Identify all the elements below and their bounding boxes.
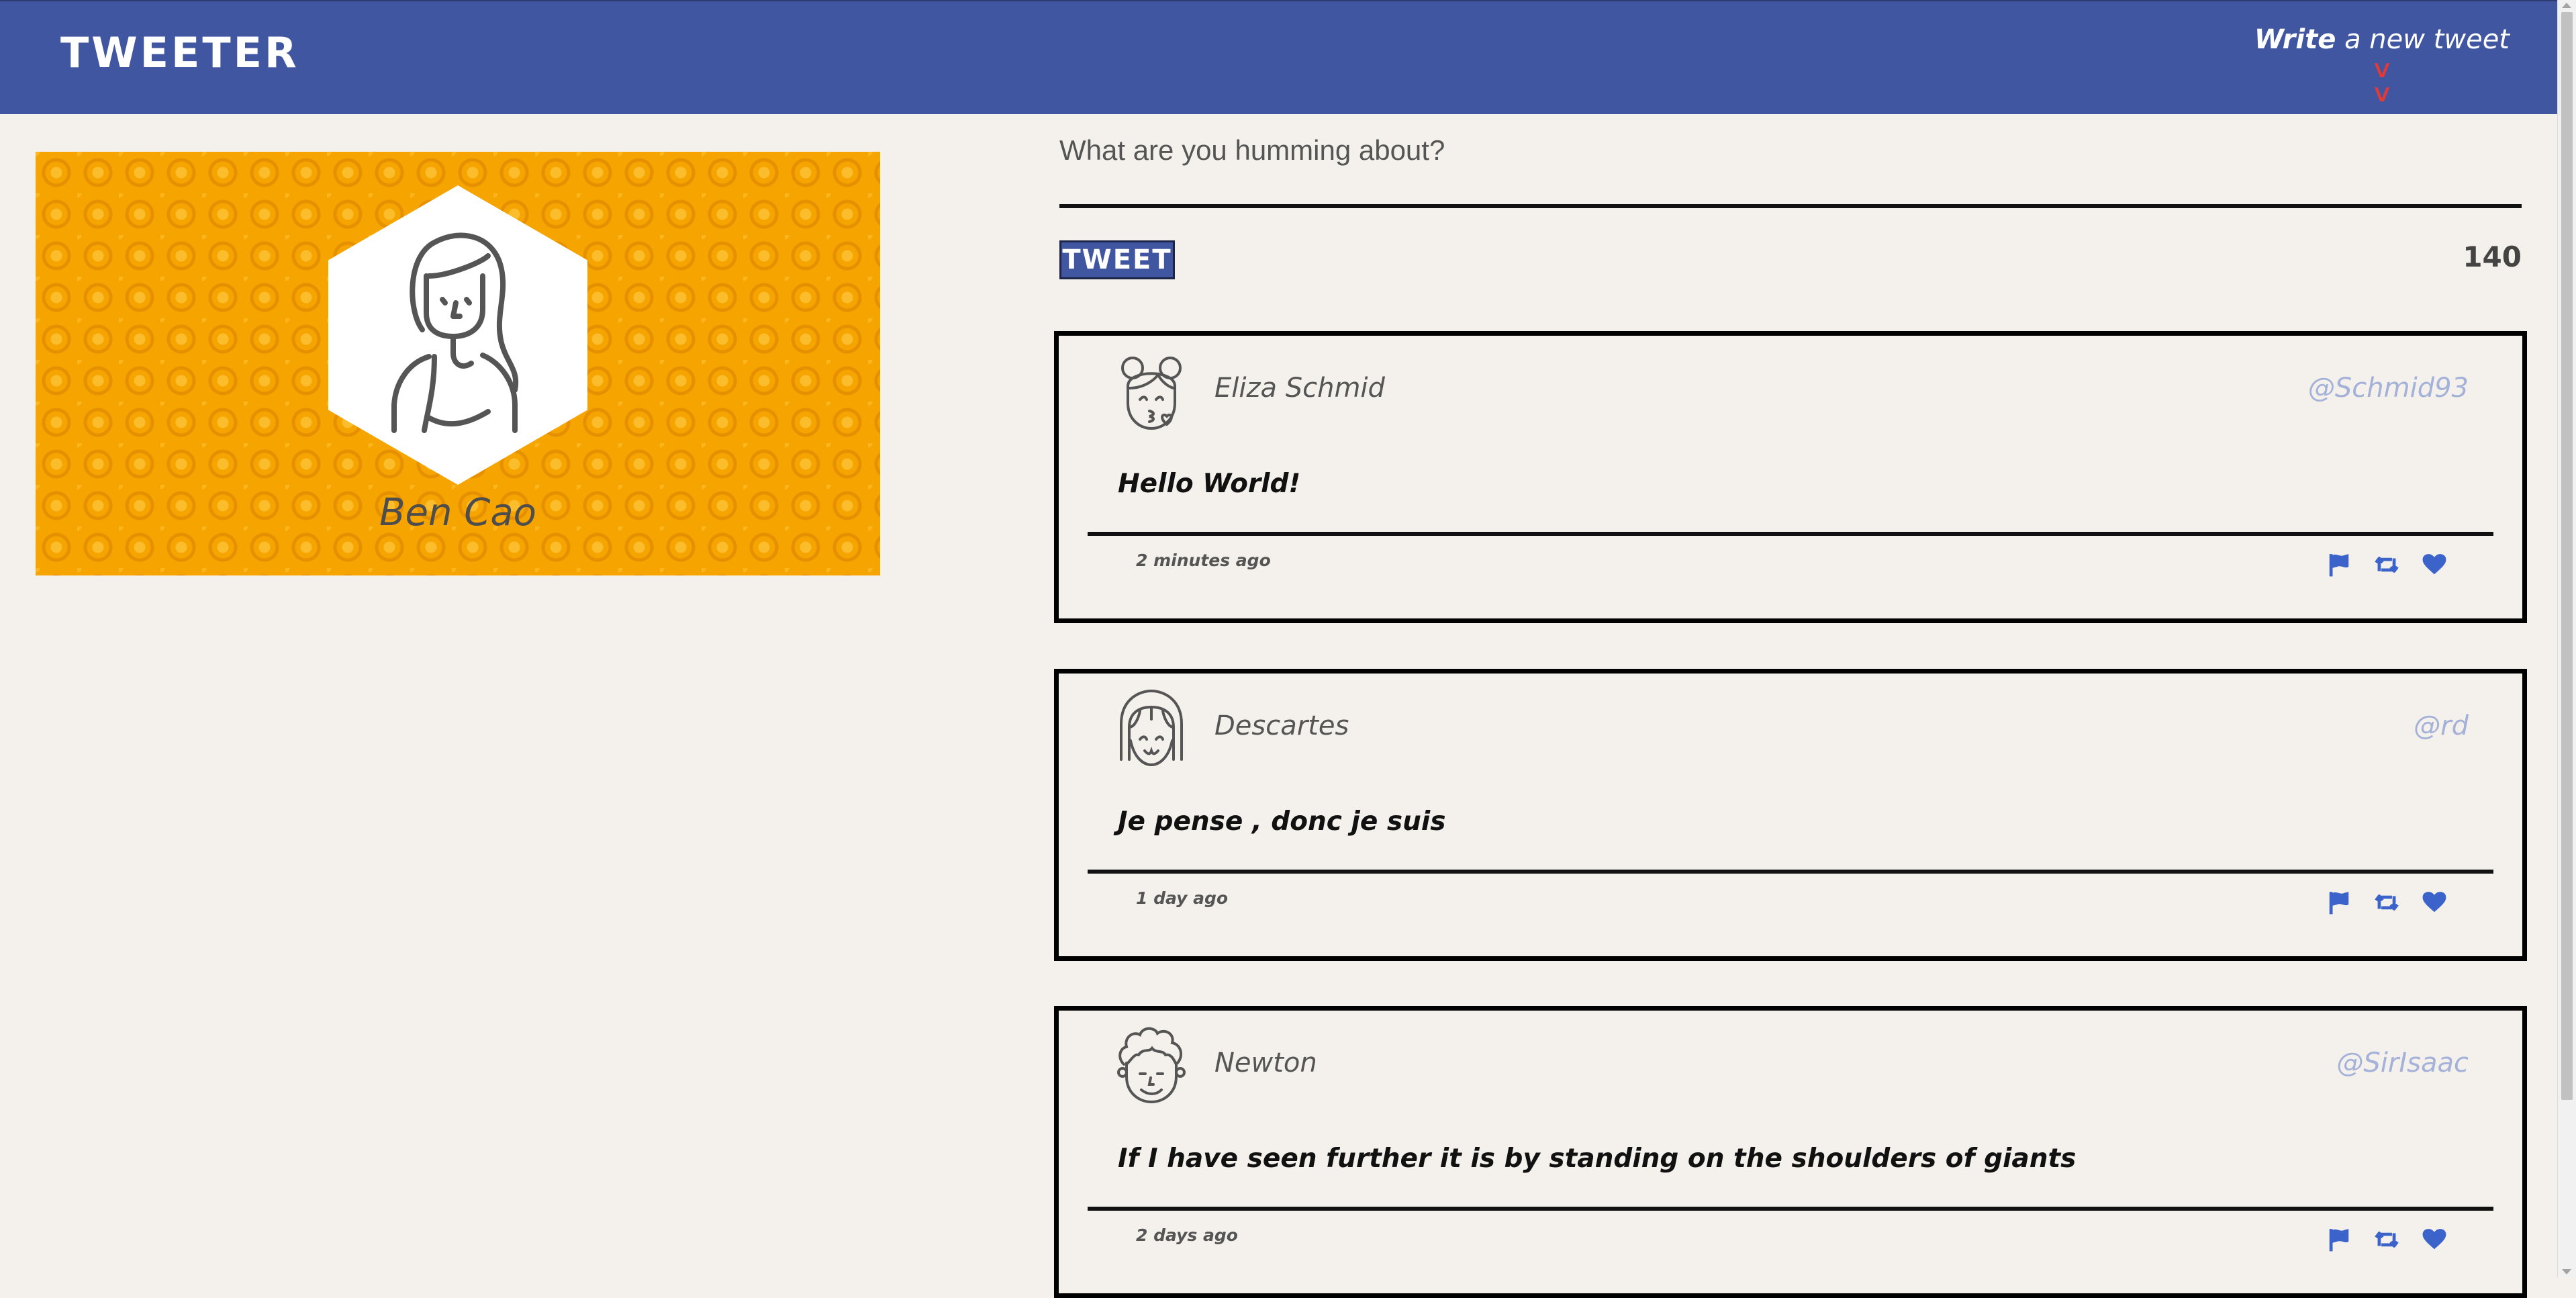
double-chevron-down-icon[interactable]: ∨ ∨ xyxy=(2371,58,2393,106)
profile-name: Ben Cao xyxy=(379,491,536,535)
tweet-submit-button[interactable]: Tweet xyxy=(1059,240,1175,279)
bob-hair-avatar-icon xyxy=(1120,689,1183,767)
tweet-card: Descartes @rd Je pense , donc je suis 1 … xyxy=(1054,669,2527,961)
tweet-actions xyxy=(2326,1227,2447,1252)
write-new-tweet-toggle[interactable]: Write a new tweet ∨ ∨ xyxy=(2254,24,2510,106)
tweet-divider xyxy=(1088,870,2493,874)
profile-avatar-hexagon xyxy=(328,185,587,485)
flag-icon[interactable] xyxy=(2326,890,2352,915)
retweet-icon[interactable] xyxy=(2374,890,2399,915)
tweet-card: Eliza Schmid @Schmid93 Hello World! 2 mi… xyxy=(1054,331,2527,623)
profile-avatar-icon xyxy=(391,232,519,433)
tweet-content: Hello World! xyxy=(1118,469,1301,499)
compose-toggle-text: a new tweet xyxy=(2336,24,2510,55)
flag-icon[interactable] xyxy=(2326,552,2352,577)
tweet-author-handle: @SirIsaac xyxy=(2336,1048,2469,1078)
character-counter: 140 xyxy=(2463,240,2522,273)
tweet-actions xyxy=(2326,552,2447,577)
heart-icon[interactable] xyxy=(2422,552,2447,577)
top-navbar: Tweeter Write a new tweet ∨ ∨ xyxy=(0,0,2558,114)
tweet-timestamp: 1 day ago xyxy=(1136,888,1229,908)
profile-header: Ben Cao xyxy=(36,152,880,575)
heart-icon[interactable] xyxy=(2422,890,2447,915)
scrollbar-thumb[interactable] xyxy=(2561,12,2573,1100)
tweet-card: Newton @SirIsaac If I have seen further … xyxy=(1054,1006,2527,1298)
tweet-author-name: Newton xyxy=(1214,1048,1317,1078)
tweet-timestamp: 2 days ago xyxy=(1136,1225,1238,1245)
tweet-text-input[interactable] xyxy=(1059,134,2522,208)
flag-icon[interactable] xyxy=(2326,1227,2352,1252)
retweet-icon[interactable] xyxy=(2374,1227,2399,1252)
tweet-timestamp: 2 minutes ago xyxy=(1136,551,1271,570)
page-scrollbar[interactable] xyxy=(2557,0,2576,1277)
scroll-up-arrow-icon[interactable] xyxy=(2562,3,2571,8)
tweet-actions xyxy=(2326,890,2447,915)
compose-toggle-bold: Write xyxy=(2254,24,2336,55)
scroll-down-arrow-icon[interactable] xyxy=(2562,1269,2571,1274)
new-tweet-form: Tweet 140 xyxy=(1059,134,2522,279)
heart-icon[interactable] xyxy=(2422,1227,2447,1252)
tweet-author-name: Eliza Schmid xyxy=(1214,373,1385,404)
curly-hair-avatar-icon xyxy=(1117,1027,1186,1104)
tweet-content: If I have seen further it is by standing… xyxy=(1118,1144,2077,1174)
girl-with-buns-avatar-icon xyxy=(1121,357,1182,430)
tweet-divider xyxy=(1088,1207,2493,1211)
tweet-author-name: Descartes xyxy=(1214,710,1349,741)
brand-logo[interactable]: Tweeter xyxy=(60,28,299,77)
tweet-author-handle: @rd xyxy=(2414,710,2469,741)
tweet-content: Je pense , donc je suis xyxy=(1118,806,1446,837)
tweet-divider xyxy=(1088,532,2493,536)
retweet-icon[interactable] xyxy=(2374,552,2399,577)
tweet-author-handle: @Schmid93 xyxy=(2307,373,2469,404)
